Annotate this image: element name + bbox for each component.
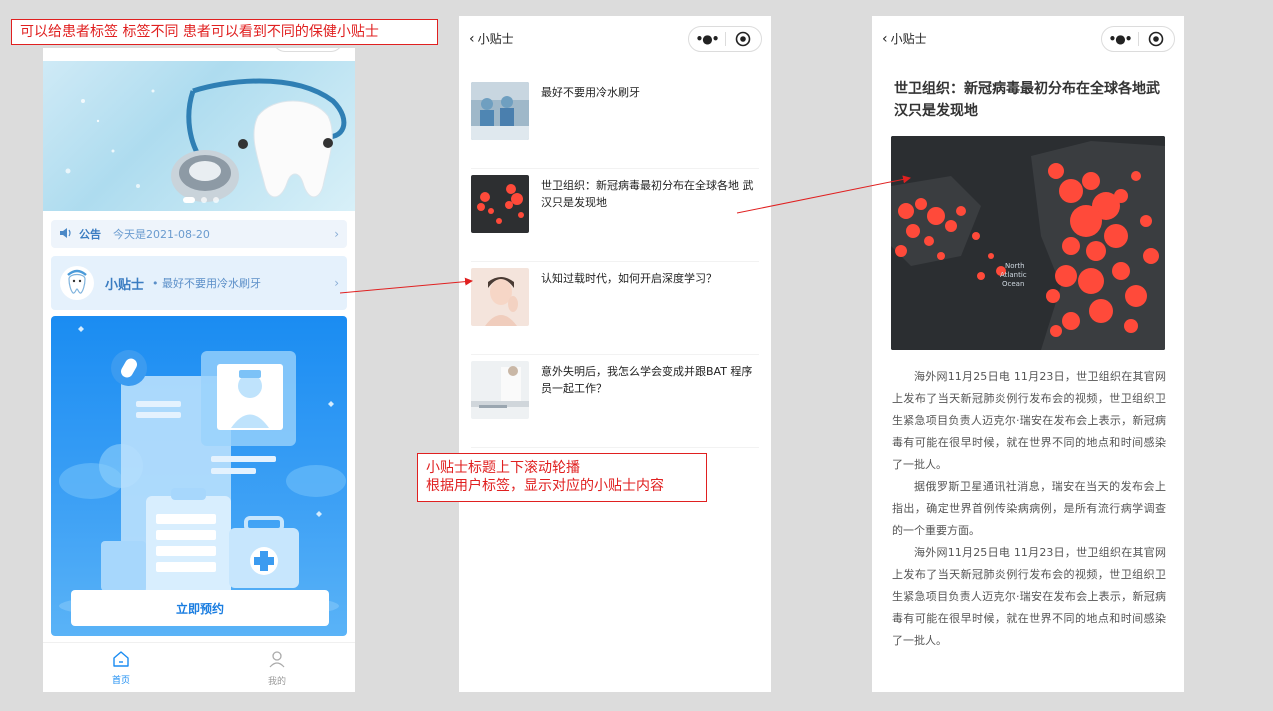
tab-mine[interactable]: 我的 [199,643,355,692]
article-paragraph: 海外网11月25日电 11月23日，世卫组织在其官网上发布了当天新冠肺炎例行发布… [892,370,1166,471]
carousel-dot [183,197,195,203]
tab-bar: 首页 我的 [43,642,355,692]
list-item[interactable]: 最好不要用冷水刷牙 [471,76,759,169]
announcement-text: 今天是2021-08-20 [113,228,210,241]
list-item-title: 世卫组织：新冠病毒最初分布在全球各地 武汉只是发现地 [541,179,754,209]
annotation-line: 根据用户标签，显示对应的小贴士内容 [426,478,664,494]
covid-map-thumbnail [471,175,529,233]
chevron-left-icon: ‹ [882,30,888,47]
annotation-line: 小贴士标题上下滚动轮播 [426,460,580,476]
back-button[interactable]: ‹ 小贴士 [882,30,927,47]
article-body: 海外网11月25日电 11月23日，世卫组织在其官网上发布了当天新冠肺炎例行发布… [892,366,1166,652]
banner-carousel[interactable] [43,61,355,211]
list-item[interactable]: 意外失明后，我怎么学会变成并跟BAT 程序员一起工作？ [471,355,759,448]
capsule-button[interactable] [273,48,343,52]
tab-home[interactable]: 首页 [43,643,199,692]
close-target-icon[interactable] [1139,31,1174,47]
tips-ticker[interactable]: 小贴士 • 最好不要用冷水刷牙 › [51,256,347,310]
tips-title: 小贴士 [105,277,145,293]
list-item-title: 认知过载时代，如何开启深度学习？ [541,272,717,285]
booking-card[interactable]: 立即预约 [51,316,347,636]
more-dots-icon[interactable]: •●• [1102,32,1138,46]
map-label-ocean: Ocean [1002,280,1024,288]
article-title: 世卫组织：新冠病毒最初分布在全球各地武汉只是发现地 [894,81,1160,119]
article-paragraph: 海外网11月25日电 11月23日，世卫组织在其官网上发布了当天新冠肺炎例行发布… [892,546,1166,647]
nav-bar: ‹ 小贴士 •●• [872,26,1184,54]
annotation-note-tags: 可以给患者标签 标签不同 患者可以看到不同的保健小贴士 [11,19,438,45]
doctor-thumbnail [471,361,529,419]
close-target-icon[interactable] [726,31,761,47]
tooth-mascot-icon [59,265,95,301]
tips-list-screen: ‹ 小贴士 •●• 最好不要用冷水刷牙 世卫组织：新冠病毒最初分布在全球各地 武… [459,16,771,692]
announcement-label: 公告 [79,228,101,241]
nav-bar: ‹ 小贴士 •●• [459,26,771,54]
map-label-north: North [1005,262,1025,270]
list-item-title: 最好不要用冷水刷牙 [541,86,640,99]
carousel-dot [213,197,219,203]
carousel-dots [183,197,219,203]
tips-scroll-text: • 最好不要用冷水刷牙 [152,277,261,290]
list-item[interactable]: 认知过载时代，如何开启深度学习？ [471,262,759,355]
mini-program-capsule: •●• [1101,26,1175,52]
nav-title: 小贴士 [477,32,514,46]
home-icon [111,650,131,673]
tips-list: 最好不要用冷水刷牙 世卫组织：新冠病毒最初分布在全球各地 武汉只是发现地 认知过… [471,76,759,448]
more-dots-icon[interactable]: •●• [689,32,725,46]
mini-program-capsule: •●• [688,26,762,52]
article-screen: ‹ 小贴士 •●• 世卫组织：新冠病毒最初分布在全球各地武汉只是发现地 Nort… [872,16,1184,692]
list-item-title: 意外失明后，我怎么学会变成并跟BAT 程序员一起工作？ [541,365,753,395]
back-button[interactable]: ‹ 小贴士 [469,30,514,47]
carousel-dot [201,197,207,203]
clinic-illustration [59,326,346,620]
user-icon [267,649,287,674]
annotation-note-carousel: 小贴士标题上下滚动轮播 根据用户标签，显示对应的小贴士内容 [417,453,707,502]
surgery-thumbnail [471,82,529,140]
nav-title: 小贴士 [890,32,927,46]
announcement-bar[interactable]: 公告 今天是2021-08-20 › [51,220,347,248]
chevron-right-icon: › [334,276,339,290]
tooth-stethoscope-illustration [65,78,347,202]
home-screen: 公告 今天是2021-08-20 › 小贴士 • 最好不要用冷水刷牙 › 立即预… [43,48,355,692]
tab-home-label: 首页 [111,675,130,686]
article-paragraph: 据俄罗斯卫星通讯社消息，瑞安在当天的发布会上指出，确定世界首例传染病病例，是所有… [892,480,1166,537]
list-item[interactable]: 世卫组织：新冠病毒最初分布在全球各地 武汉只是发现地 [471,169,759,262]
chevron-right-icon: › [334,227,339,241]
tab-mine-label: 我的 [267,676,286,687]
woman-thumbnail [471,268,529,326]
map-label-atlantic: Atlantic [1000,271,1027,279]
covid-map-image: North Atlantic Ocean [891,136,1165,350]
chevron-left-icon: ‹ [469,30,475,47]
speaker-icon [59,227,73,242]
book-now-button[interactable]: 立即预约 [71,590,329,626]
arrow-to-list [339,277,473,294]
